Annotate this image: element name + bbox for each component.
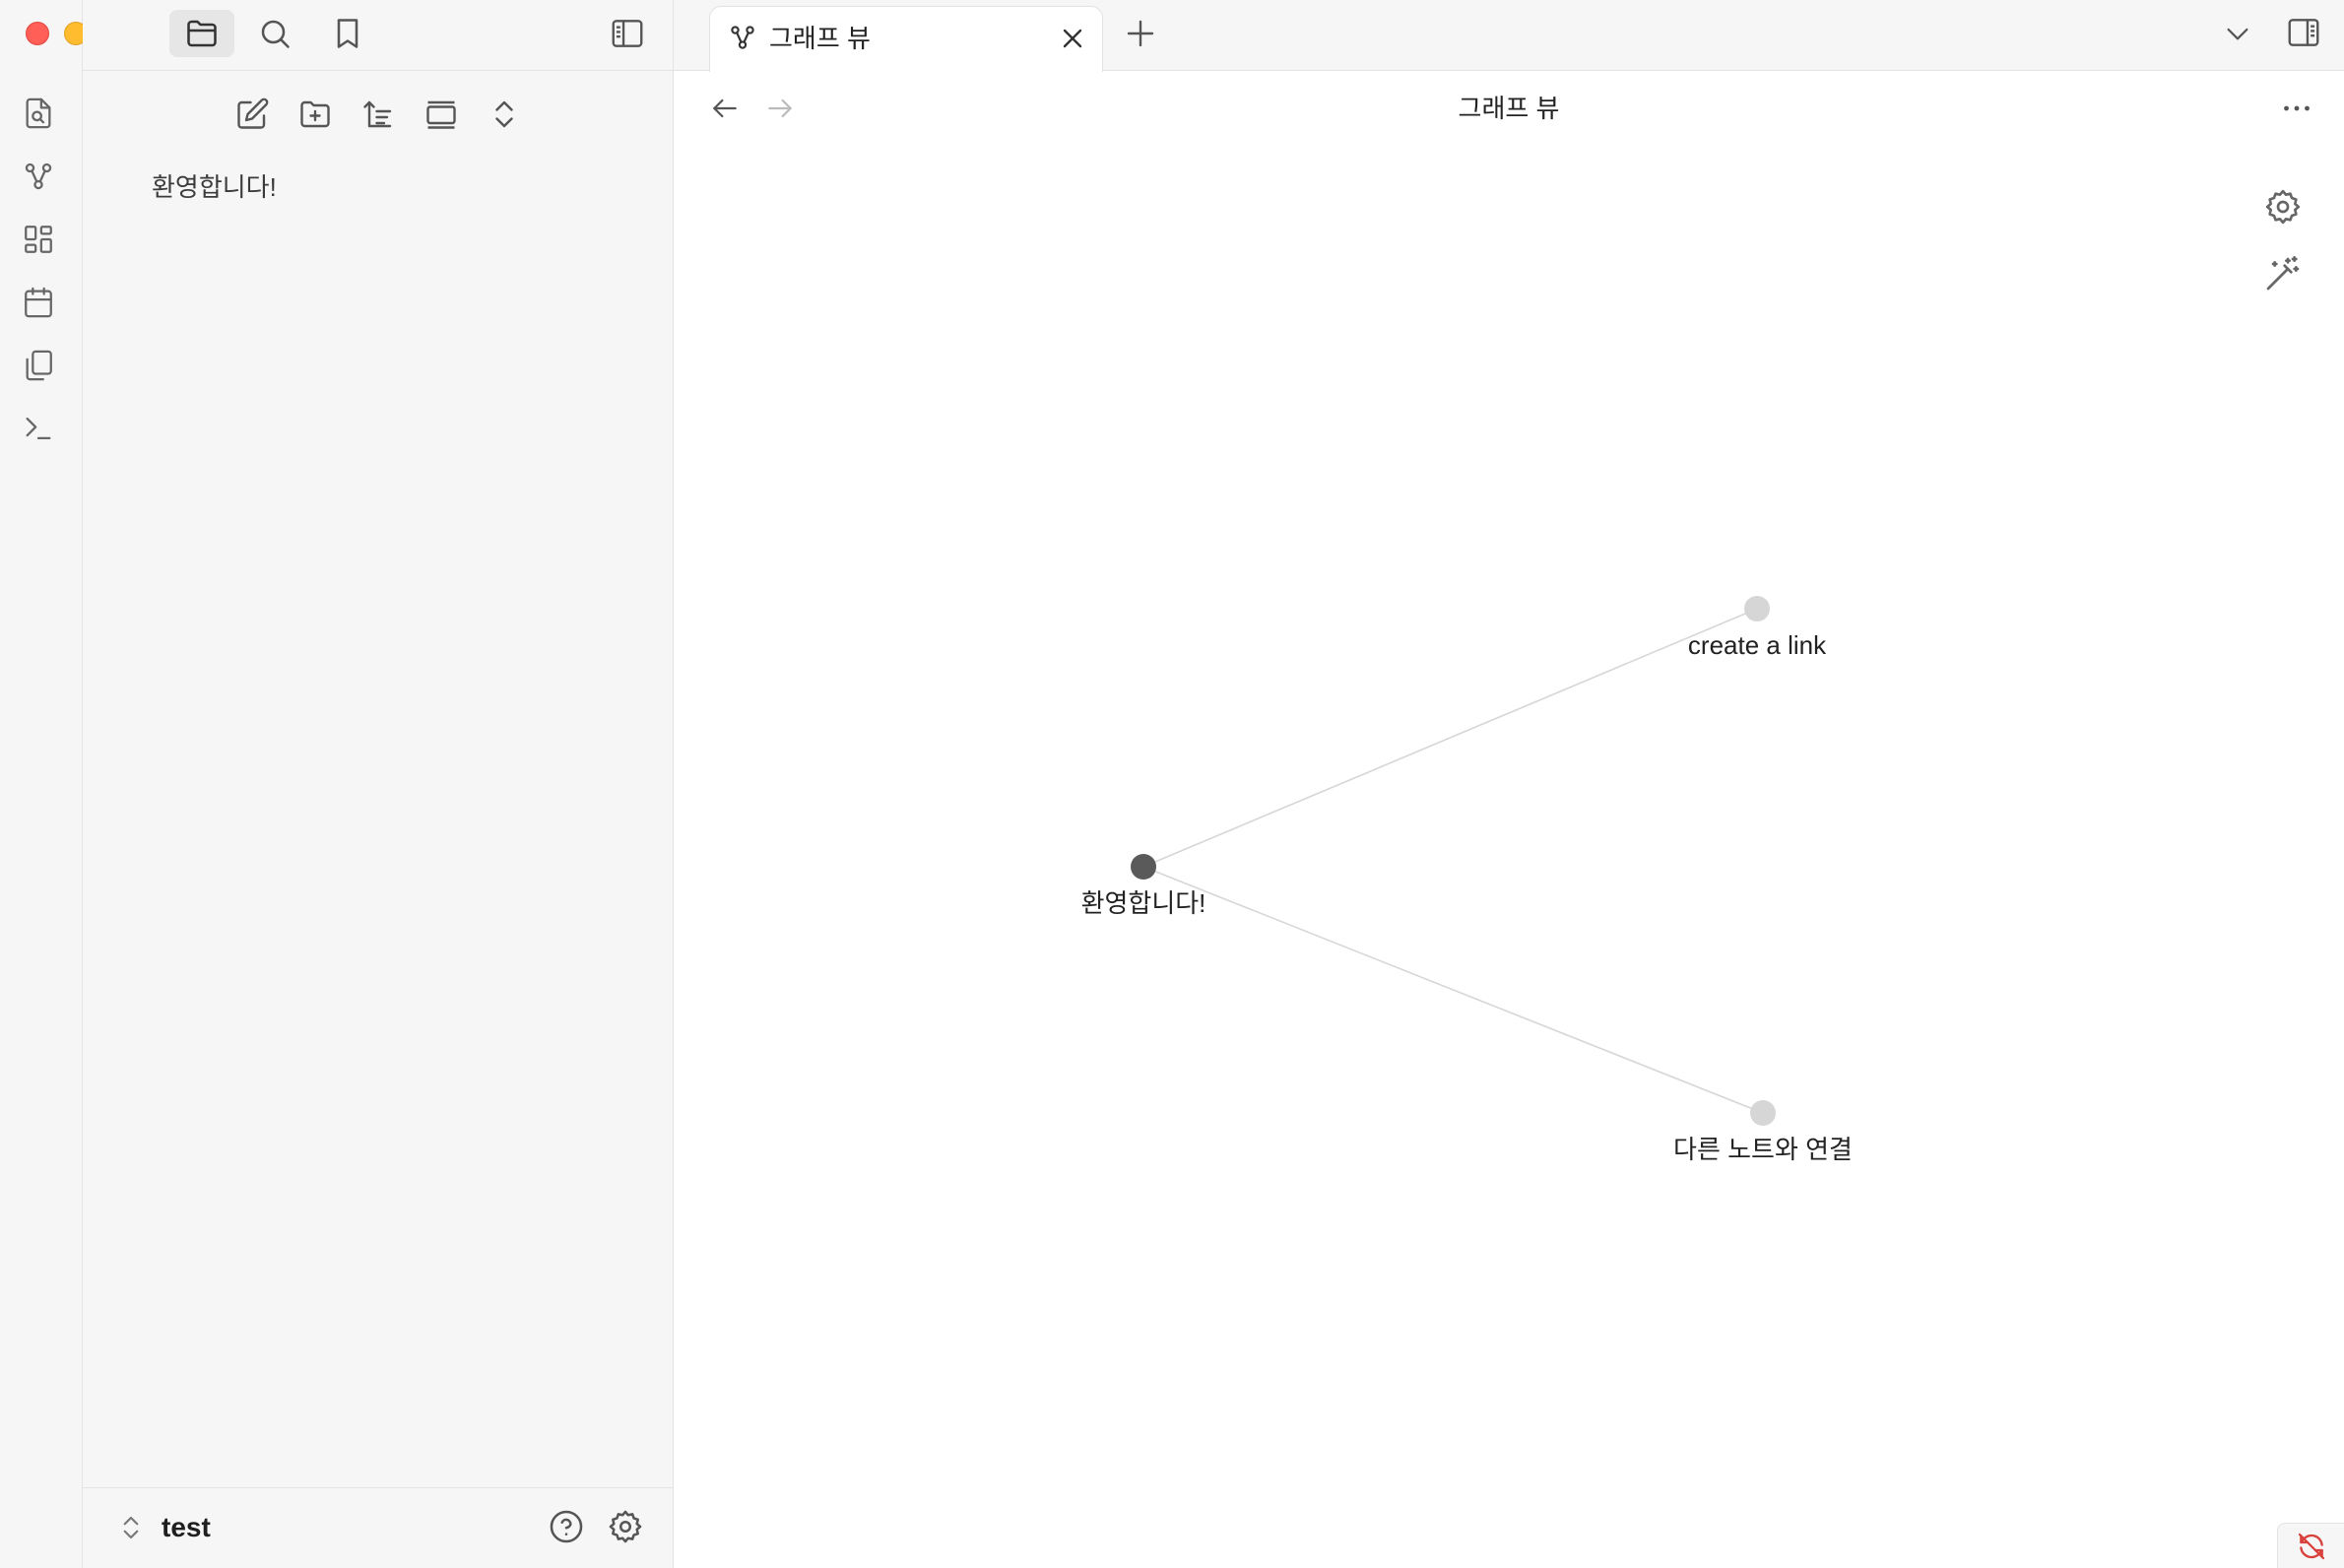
sidebar-left-icon — [609, 15, 646, 52]
graph-node-dot[interactable] — [1131, 854, 1156, 880]
new-note-button[interactable] — [228, 91, 276, 138]
sort-icon — [360, 97, 396, 132]
left-sidebar: 환영합니다! test — [83, 0, 674, 1568]
main-workspace: 그래프 뷰 그래프 뷰 create a link 환영합니다! 다른 노트와 … — [674, 0, 2344, 1568]
graph-node-welcome[interactable]: 환영합니다! — [1081, 854, 1206, 918]
bookmarks-tab[interactable] — [315, 10, 380, 57]
ribbon-daily-note-button[interactable] — [18, 282, 59, 323]
graph-canvas[interactable]: create a link 환영합니다! 다른 노트와 연결 — [674, 146, 2344, 1568]
help-button[interactable] — [548, 1508, 585, 1545]
toggle-right-sidebar-button[interactable] — [2285, 14, 2322, 51]
ribbon-canvas-button[interactable] — [18, 219, 59, 260]
search-icon — [257, 16, 293, 51]
close-icon — [1057, 23, 1088, 54]
toggle-left-sidebar-button[interactable] — [595, 10, 660, 57]
sidebar-right-icon — [2285, 14, 2322, 51]
graph-edge — [1142, 608, 1758, 868]
layout-dashboard-icon — [22, 223, 55, 256]
gear-icon — [607, 1508, 644, 1545]
view-title: 그래프 뷰 — [1458, 94, 1560, 123]
close-tab-button[interactable] — [1057, 23, 1088, 54]
vault-switcher-button[interactable] — [116, 1510, 146, 1545]
vault-switcher-bar: test — [83, 1487, 674, 1568]
chevron-down-icon — [2222, 18, 2253, 49]
new-folder-button[interactable] — [292, 91, 339, 138]
collapse-all-button[interactable] — [481, 91, 528, 138]
auto-reveal-button[interactable] — [418, 91, 465, 138]
ribbon-command-palette-button[interactable] — [18, 408, 59, 449]
graph-icon — [22, 160, 55, 193]
more-options-button[interactable] — [2279, 91, 2314, 126]
ribbon-graph-view-button[interactable] — [18, 156, 59, 197]
sidebar-header — [83, 0, 674, 71]
file-tree-item-label: 환영합니다! — [152, 172, 277, 202]
window-close-button[interactable] — [26, 22, 49, 45]
graph-node-label: 환영합니다! — [1081, 888, 1206, 918]
tab-list-button[interactable] — [2222, 18, 2253, 49]
files-tab[interactable] — [169, 10, 234, 57]
tab-label: 그래프 뷰 — [769, 24, 871, 53]
bookmark-icon — [330, 16, 365, 51]
graph-svg: create a link 환영합니다! 다른 노트와 연결 — [1081, 596, 1853, 1164]
ribbon-templates-button[interactable] — [18, 345, 59, 386]
chevrons-up-down-icon — [487, 97, 522, 132]
new-tab-button[interactable] — [1123, 16, 1158, 51]
graph-node-dot[interactable] — [1750, 1100, 1776, 1126]
tab-bar: 그래프 뷰 — [674, 0, 2344, 72]
file-search-icon — [22, 97, 55, 130]
settings-button[interactable] — [607, 1508, 644, 1545]
vault-name[interactable]: test — [162, 1508, 211, 1547]
panel-icon — [423, 97, 459, 132]
graph-edge — [1142, 866, 1764, 1114]
folder-plus-icon — [297, 97, 333, 132]
graph-node-dot[interactable] — [1744, 596, 1770, 621]
sync-off-icon — [2296, 1531, 2327, 1562]
ribbon-quick-switcher-button[interactable] — [18, 93, 59, 134]
folder-icon — [184, 16, 220, 51]
file-tree-item[interactable]: 환영합니다! — [152, 167, 277, 207]
more-horizontal-icon — [2279, 91, 2314, 126]
copy-icon — [22, 349, 55, 382]
sync-status-button[interactable] — [2277, 1523, 2344, 1568]
sort-button[interactable] — [355, 91, 402, 138]
ribbon — [0, 0, 126, 1568]
graph-node-connect[interactable]: 다른 노트와 연결 — [1673, 1100, 1853, 1164]
edit-icon — [234, 97, 270, 132]
plus-icon — [1123, 16, 1158, 51]
view-header: 그래프 뷰 — [674, 71, 2344, 146]
terminal-icon — [22, 412, 55, 445]
search-tab[interactable] — [242, 10, 307, 57]
graph-node-label: create a link — [1688, 630, 1827, 660]
chevrons-up-down-icon — [116, 1510, 146, 1545]
calendar-icon — [22, 286, 55, 319]
graph-icon — [728, 23, 757, 52]
graph-node-create-link[interactable]: create a link — [1688, 596, 1827, 660]
tab-graph-view[interactable]: 그래프 뷰 — [709, 6, 1103, 72]
help-circle-icon — [548, 1508, 585, 1545]
graph-node-label: 다른 노트와 연결 — [1673, 1135, 1853, 1164]
